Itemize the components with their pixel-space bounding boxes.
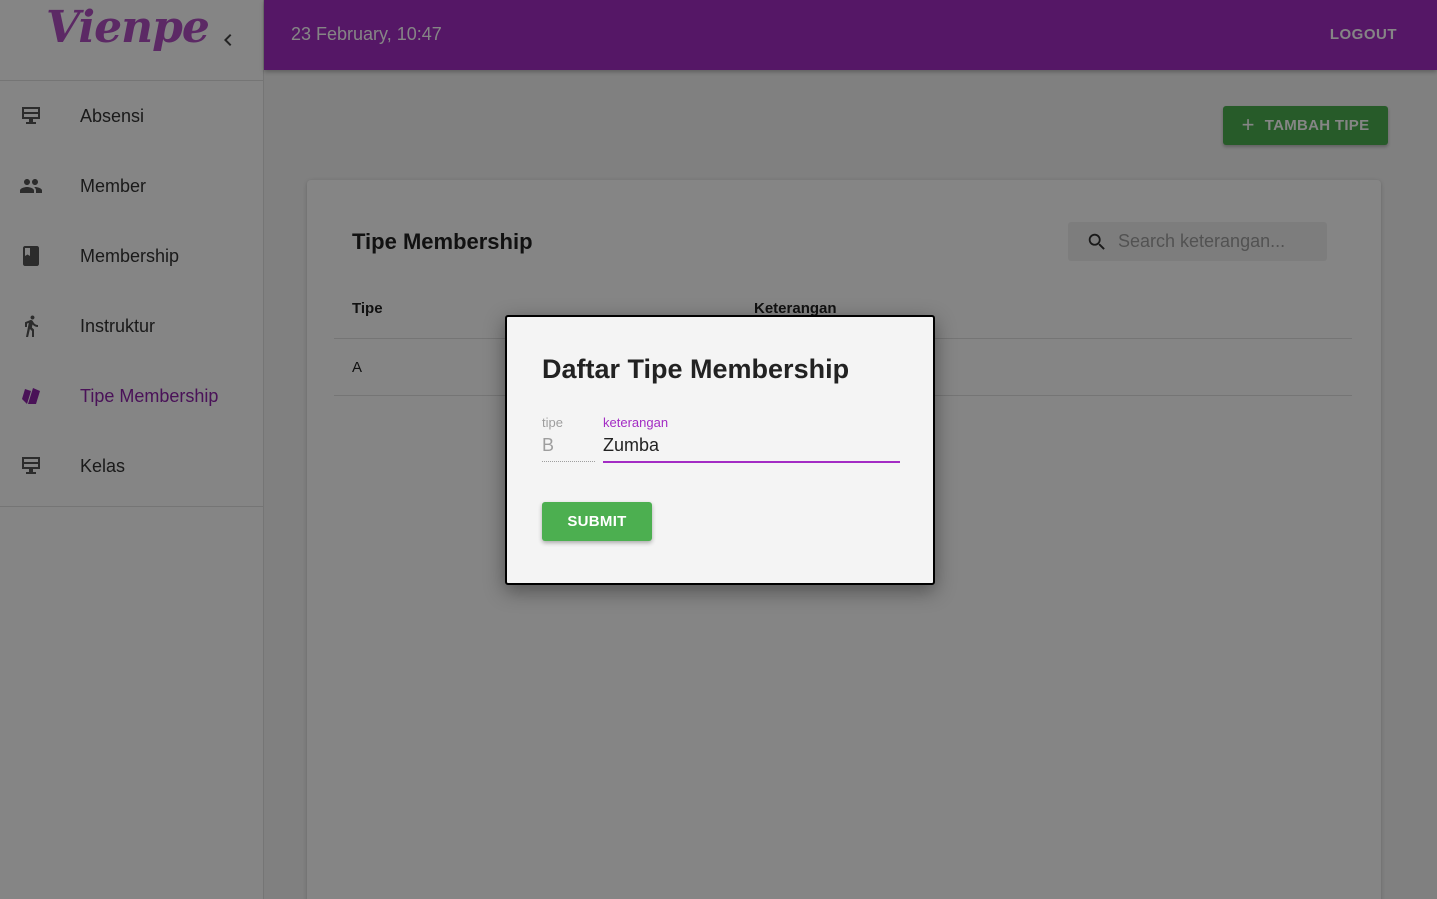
- keterangan-field[interactable]: keterangan Zumba: [603, 415, 900, 463]
- tipe-field: tipe B: [542, 415, 595, 462]
- add-type-dialog: Daftar Tipe Membership tipe B keterangan…: [505, 315, 935, 585]
- tipe-field-value: B: [542, 435, 555, 455]
- keterangan-field-label: keterangan: [603, 415, 669, 430]
- dialog-title: Daftar Tipe Membership: [542, 354, 850, 384]
- tipe-field-label: tipe: [542, 415, 563, 430]
- submit-button[interactable]: SUBMIT: [542, 502, 652, 541]
- keterangan-input[interactable]: Zumba: [603, 435, 900, 461]
